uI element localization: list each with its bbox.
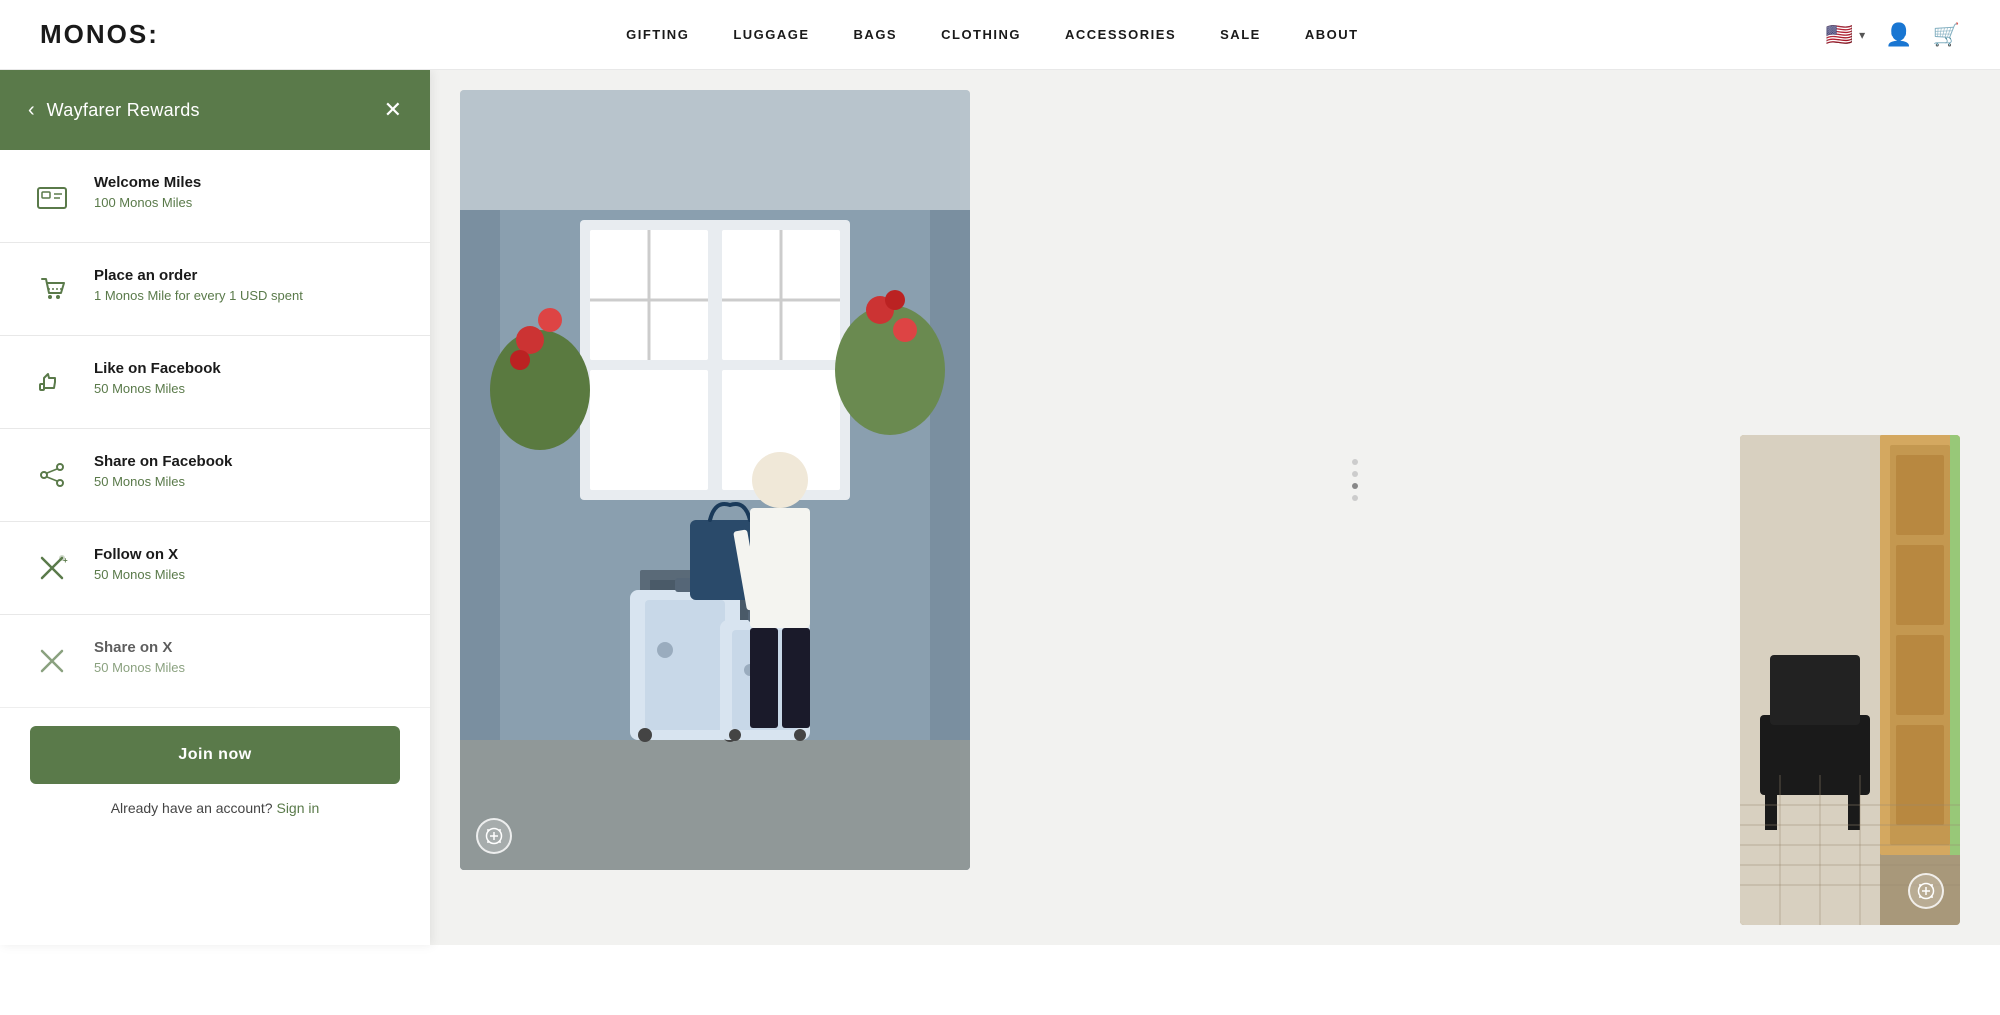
dot-2[interactable] xyxy=(1352,471,1358,477)
reward-info-x-share: Share on X 50 Monos Miles xyxy=(94,639,400,675)
flag-icon: 🇺🇸 xyxy=(1826,22,1853,48)
join-now-button[interactable]: Join now xyxy=(30,726,400,784)
rewards-close-button[interactable]: ✕ xyxy=(384,97,402,123)
facebook-like-icon xyxy=(30,360,74,404)
nav-item-luggage[interactable]: LUGGAGE xyxy=(733,27,809,42)
rewards-header: ‹ Wayfarer Rewards ✕ xyxy=(0,70,430,150)
cart-icon[interactable]: 🛒 xyxy=(1933,22,1960,48)
dot-4[interactable] xyxy=(1352,495,1358,501)
dot-1[interactable] xyxy=(1352,459,1358,465)
welcome-miles-icon xyxy=(30,174,74,218)
reward-desc-x-share: 50 Monos Miles xyxy=(94,660,400,675)
back-icon: ‹ xyxy=(28,99,35,122)
reward-desc-x-follow: 50 Monos Miles xyxy=(94,567,400,582)
nav-item-accessories[interactable]: ACCESSORIES xyxy=(1065,27,1176,42)
dot-3[interactable] xyxy=(1352,483,1358,489)
reward-info-x-follow: Follow on X 50 Monos Miles xyxy=(94,546,400,582)
main-nav: GIFTING LUGGAGE BAGS CLOTHING ACCESSORIE… xyxy=(626,27,1358,42)
country-selector[interactable]: 🇺🇸 ▾ xyxy=(1826,22,1865,48)
reward-item-x-share: Share on X 50 Monos Miles xyxy=(0,615,430,708)
reward-name-facebook-like: Like on Facebook xyxy=(94,360,400,377)
user-account-icon[interactable]: 👤 xyxy=(1885,22,1912,48)
reward-item-x-follow: + Follow on X 50 Monos Miles xyxy=(0,522,430,615)
nav-item-about[interactable]: ABOUT xyxy=(1305,27,1359,42)
main-product-scene: 11 xyxy=(460,90,970,870)
reward-item-order: Place an order 1 Monos Mile for every 1 … xyxy=(0,243,430,336)
image-dots-indicator xyxy=(1000,90,1710,870)
place-order-icon xyxy=(30,267,74,311)
reward-name-x-share: Share on X xyxy=(94,639,400,656)
signin-prompt-text: Already have an account? xyxy=(111,800,273,816)
rewards-back-button[interactable]: ‹ xyxy=(28,99,35,122)
product-image-main: 11 xyxy=(460,90,970,870)
zoom-button-main[interactable] xyxy=(476,818,512,854)
site-header: MONOS: GIFTING LUGGAGE BAGS CLOTHING ACC… xyxy=(0,0,2000,70)
close-icon: ✕ xyxy=(384,97,402,122)
facebook-share-icon xyxy=(30,453,74,497)
zoom-button-side[interactable] xyxy=(1908,873,1944,909)
nav-item-sale[interactable]: SALE xyxy=(1220,27,1261,42)
main-content: ‹ Wayfarer Rewards ✕ Wel xyxy=(0,70,2000,945)
reward-item-facebook-like: Like on Facebook 50 Monos Miles xyxy=(0,336,430,429)
reward-name-x-follow: Follow on X xyxy=(94,546,400,563)
reward-desc-facebook-share: 50 Monos Miles xyxy=(94,474,400,489)
rewards-list: Welcome Miles 100 Monos Miles Place an o… xyxy=(0,150,430,708)
reward-info-facebook-like: Like on Facebook 50 Monos Miles xyxy=(94,360,400,396)
carousel-dots xyxy=(1352,459,1358,501)
signin-link[interactable]: Sign in xyxy=(276,800,319,816)
side-product-scene xyxy=(1740,435,1960,925)
site-logo[interactable]: MONOS: xyxy=(40,19,159,50)
x-follow-icon: + xyxy=(30,546,74,590)
x-share-icon xyxy=(30,639,74,683)
nav-item-gifting[interactable]: GIFTING xyxy=(626,27,689,42)
reward-info-welcome: Welcome Miles 100 Monos Miles xyxy=(94,174,400,210)
reward-item-welcome: Welcome Miles 100 Monos Miles xyxy=(0,150,430,243)
signin-row: Already have an account? Sign in xyxy=(0,800,430,836)
reward-info-order: Place an order 1 Monos Mile for every 1 … xyxy=(94,267,400,303)
reward-desc-welcome: 100 Monos Miles xyxy=(94,195,400,210)
chevron-down-icon: ▾ xyxy=(1859,28,1865,42)
rewards-panel: ‹ Wayfarer Rewards ✕ Wel xyxy=(0,70,430,945)
reward-name-welcome: Welcome Miles xyxy=(94,174,400,191)
reward-desc-facebook-like: 50 Monos Miles xyxy=(94,381,400,396)
reward-info-facebook-share: Share on Facebook 50 Monos Miles xyxy=(94,453,400,489)
svg-text:+: + xyxy=(63,556,68,565)
rewards-title: Wayfarer Rewards xyxy=(47,100,200,121)
header-actions: 🇺🇸 ▾ 👤 🛒 xyxy=(1826,22,1960,48)
reward-desc-order: 1 Monos Mile for every 1 USD spent xyxy=(94,288,400,303)
reward-name-facebook-share: Share on Facebook xyxy=(94,453,400,470)
rewards-header-left: ‹ Wayfarer Rewards xyxy=(28,99,200,122)
reward-item-facebook-share: Share on Facebook 50 Monos Miles xyxy=(0,429,430,522)
nav-item-clothing[interactable]: CLOTHING xyxy=(941,27,1021,42)
nav-item-bags[interactable]: BAGS xyxy=(854,27,898,42)
reward-name-order: Place an order xyxy=(94,267,400,284)
product-image-side xyxy=(1740,435,1960,925)
